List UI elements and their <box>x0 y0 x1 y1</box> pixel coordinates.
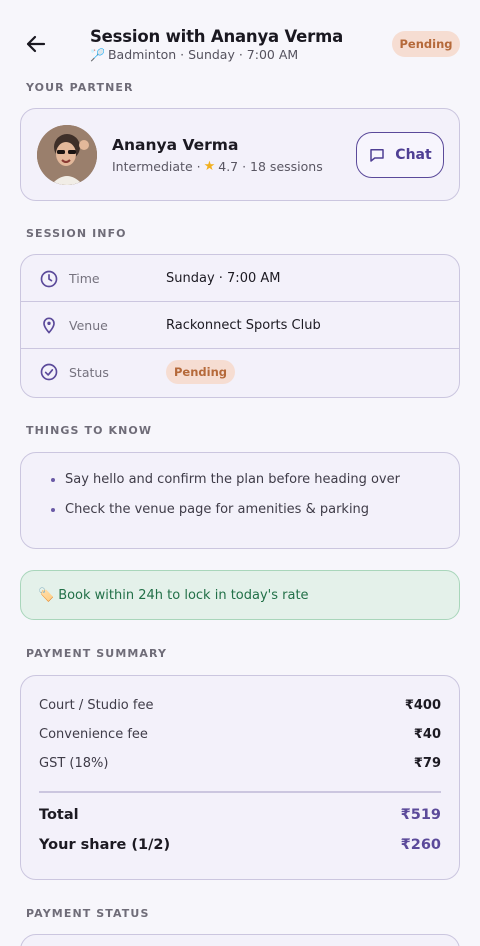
chat-bubble-icon <box>370 149 385 162</box>
tip-text: Book within 24h to lock in today's rate <box>58 587 309 603</box>
payment-summary-card: Court / Studio fee ₹400 Convenience fee … <box>20 675 460 880</box>
time-label: Time <box>69 271 100 286</box>
total-row: Total ₹519 <box>39 807 441 823</box>
fee-row: GST (18%) ₹79 <box>39 756 441 771</box>
total-amount: ₹519 <box>400 807 441 823</box>
partner-rating: 4.7 · 18 sessions <box>218 159 323 174</box>
fee-label: Court / Studio fee <box>39 698 154 713</box>
things-to-know-section-label: THINGS TO KNOW <box>26 424 153 437</box>
status-badge: Pending <box>166 360 235 384</box>
status-badge: Pending <box>392 31 460 57</box>
fee-label: GST (18%) <box>39 756 109 771</box>
payment-status-card <box>20 934 460 946</box>
page-title: Session with Ananya Verma <box>90 27 344 46</box>
arrow-left-icon <box>26 35 46 53</box>
fee-amount: ₹79 <box>413 756 441 771</box>
fee-amount: ₹400 <box>404 698 441 713</box>
divider <box>39 791 441 793</box>
fee-row: Court / Studio fee ₹400 <box>39 698 441 713</box>
avatar-image <box>37 125 97 185</box>
fee-row: Convenience fee ₹40 <box>39 727 441 742</box>
partner-card: Ananya Verma Intermediate · ★ 4.7 · 18 s… <box>20 108 460 201</box>
session-row-venue[interactable]: Venue Rackonnect Sports Club <box>21 301 459 348</box>
star-icon: ★ <box>203 159 216 174</box>
bullet-icon <box>51 477 55 482</box>
status-label: Status <box>69 364 109 380</box>
payment-status-section-label: PAYMENT STATUS <box>26 907 150 920</box>
session-row-status: Status Pending <box>21 348 459 395</box>
session-row-time: Time Sunday · 7:00 AM <box>21 255 459 302</box>
venue-value: Rackonnect Sports Club <box>166 317 321 333</box>
list-item-text: Check the venue page for amenities & par… <box>65 502 370 517</box>
check-circle-icon <box>39 362 59 382</box>
chat-button-label: Chat <box>395 147 432 163</box>
time-value: Sunday · 7:00 AM <box>166 271 281 286</box>
list-item: Say hello and confirm the plan before he… <box>51 472 400 487</box>
partner-meta: Intermediate · ★ 4.7 · 18 sessions <box>112 159 323 174</box>
avatar[interactable] <box>37 125 97 185</box>
app-header: Session with Ananya Verma 🏸 Badminton · … <box>0 0 480 78</box>
share-row: Your share (1/2) ₹260 <box>39 837 441 853</box>
total-label: Total <box>39 807 79 823</box>
partner-section-label: YOUR PARTNER <box>26 81 134 94</box>
badminton-icon: 🏸 <box>90 47 105 62</box>
clock-icon <box>39 269 59 289</box>
subtitle-text: Badminton · Sunday · 7:00 AM <box>107 47 299 62</box>
things-to-know-card: Say hello and confirm the plan before he… <box>20 452 460 549</box>
share-amount: ₹260 <box>400 837 441 853</box>
list-item: Check the venue page for amenities & par… <box>51 502 369 517</box>
back-button[interactable] <box>22 30 50 58</box>
partner-name: Ananya Verma <box>112 136 239 154</box>
chat-button[interactable]: Chat <box>356 132 444 178</box>
bullet-icon <box>51 507 55 512</box>
list-item-text: Say hello and confirm the plan before he… <box>65 472 400 487</box>
tag-icon: 🏷️ <box>38 587 55 603</box>
payment-summary-section-label: PAYMENT SUMMARY <box>26 647 168 660</box>
fee-label: Convenience fee <box>39 727 148 742</box>
venue-label: Venue <box>69 317 108 333</box>
fee-amount: ₹40 <box>413 727 441 742</box>
page-subtitle: 🏸 Badminton · Sunday · 7:00 AM <box>90 47 298 62</box>
location-pin-icon <box>39 315 59 335</box>
session-info-card: Time Sunday · 7:00 AM Venue Rackonnect S… <box>20 254 460 398</box>
partner-level: Intermediate · <box>112 159 201 174</box>
promo-tip-banner: 🏷️ Book within 24h to lock in today's ra… <box>20 570 460 620</box>
session-info-section-label: SESSION INFO <box>26 227 127 240</box>
share-label: Your share (1/2) <box>39 837 171 853</box>
